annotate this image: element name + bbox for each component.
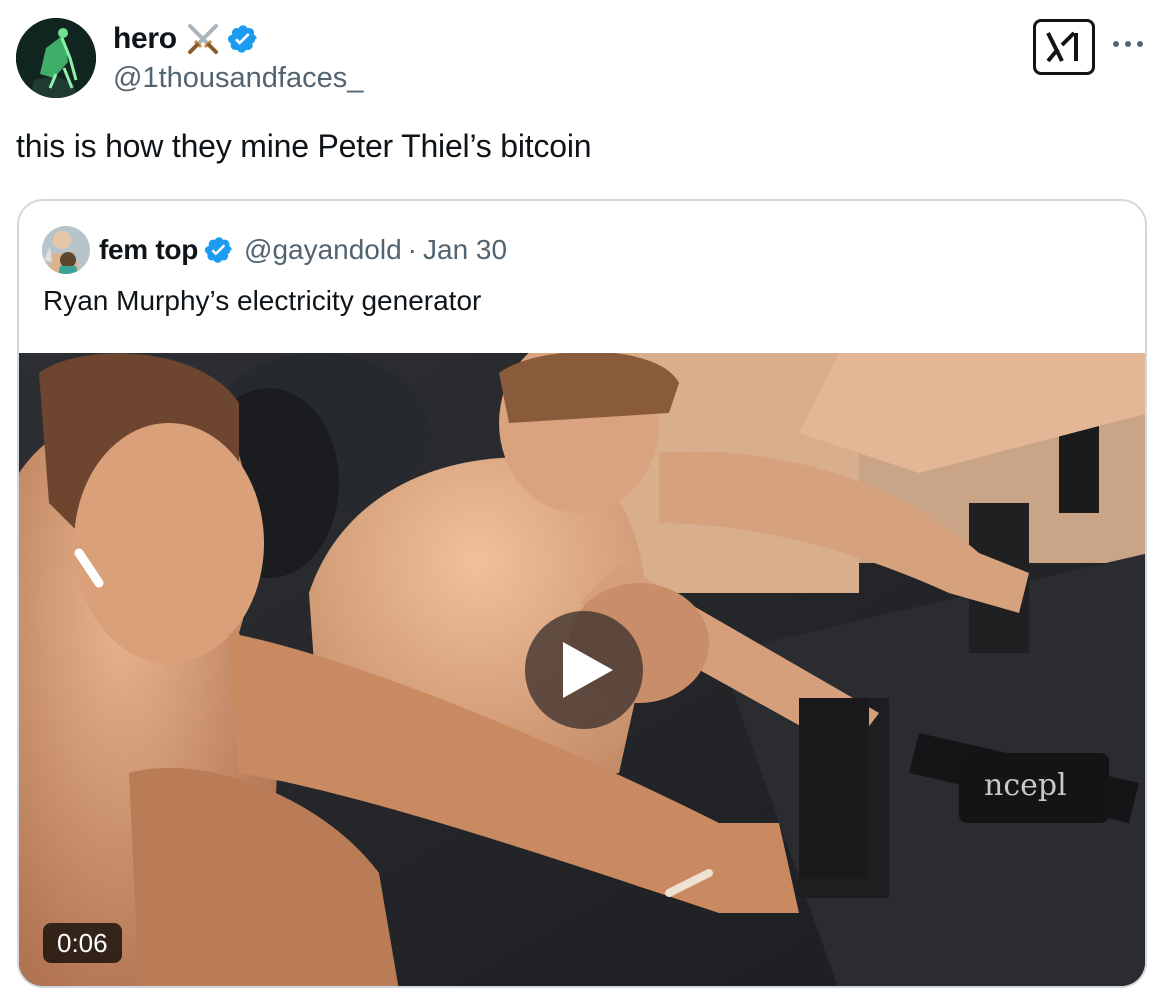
- tweet-text: this is how they mine Peter Thiel’s bitc…: [16, 128, 592, 164]
- quoted-author-avatar[interactable]: [42, 226, 90, 274]
- x-grok-icon[interactable]: [1033, 19, 1095, 75]
- author-name-row: hero: [113, 18, 363, 60]
- author-display-name[interactable]: hero: [113, 22, 177, 56]
- author-handle[interactable]: @1thousandfaces_: [113, 62, 363, 95]
- verified-badge-icon[interactable]: [227, 23, 259, 55]
- video-player[interactable]: ncepl 0:06: [19, 353, 1145, 986]
- quoted-author-display-name[interactable]: fem top: [99, 234, 198, 266]
- more-icon[interactable]: [1113, 34, 1147, 54]
- play-icon: [563, 642, 613, 698]
- machine-brand-text: ncepl: [984, 768, 1067, 803]
- author-avatar[interactable]: [16, 18, 96, 98]
- video-duration-badge: 0:06: [43, 923, 122, 963]
- quoted-tweet-header: fem top @gayandold · Jan 30: [42, 225, 507, 275]
- tweet: hero @1thousandfaces_ this is how they m…: [0, 0, 1164, 1004]
- quoted-tweet-text: Ryan Murphy’s electricity generator: [43, 285, 482, 316]
- crossed-swords-icon: [185, 21, 221, 57]
- author-info: hero @1thousandfaces_: [113, 18, 363, 95]
- quoted-author-handle[interactable]: @gayandold: [244, 234, 402, 266]
- play-button[interactable]: [525, 611, 643, 729]
- verified-badge-icon[interactable]: [204, 235, 234, 265]
- quoted-tweet-date[interactable]: Jan 30: [423, 234, 507, 266]
- separator-dot: ·: [407, 234, 417, 265]
- quoted-tweet-card[interactable]: fem top @gayandold · Jan 30 Ryan Murphy’…: [17, 199, 1147, 988]
